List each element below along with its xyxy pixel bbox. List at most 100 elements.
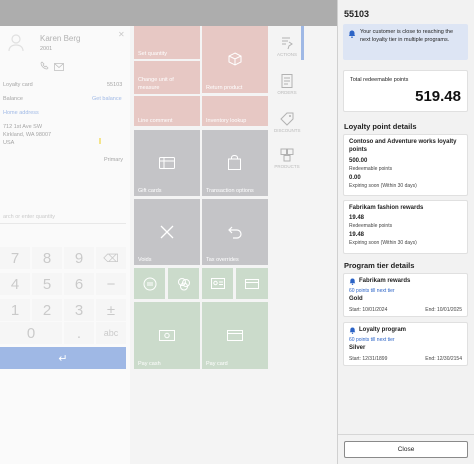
inventory-lookup-label: Inventory lookup — [206, 118, 247, 124]
pay-exact-tile[interactable] — [134, 268, 165, 299]
tier-card: Fabrikam rewards 60 points till next tie… — [343, 273, 468, 317]
key-5[interactable]: 5 — [32, 273, 62, 295]
shopping-bag-icon — [228, 155, 241, 170]
key-7[interactable]: 7 — [0, 247, 30, 269]
actions-nav-label: ACTIONS — [276, 52, 297, 57]
program-card: Fabrikam fashion rewards 19.48 Redeemabl… — [343, 200, 468, 254]
tag-icon — [280, 112, 294, 126]
key-1[interactable]: 1 — [0, 299, 30, 321]
loyalty-card-label: Loyalty card — [3, 82, 33, 88]
credit-card-icon — [227, 330, 243, 341]
return-product-tile[interactable]: Return product — [202, 26, 268, 93]
set-quantity-tile[interactable]: Set quantity — [134, 26, 200, 59]
customer-account: 2001 — [40, 46, 53, 52]
key-4[interactable]: 4 — [0, 273, 30, 295]
pay-cash-label: Pay cash — [138, 361, 161, 367]
key-backspace[interactable]: ⌫ — [96, 247, 126, 269]
key-plus-minus[interactable]: ± — [96, 299, 126, 321]
tier-notice: Your customer is close to reaching the n… — [343, 24, 468, 60]
tax-overrides-tile[interactable]: Tax overrides — [202, 199, 268, 265]
close-button[interactable]: Close — [344, 441, 468, 458]
change-unit-of-measure-tile[interactable]: Change unit of measure — [134, 61, 200, 94]
key-0[interactable]: 0 — [0, 322, 62, 344]
coin-icon — [143, 277, 156, 290]
inventory-lookup-tile[interactable]: Inventory lookup — [202, 96, 268, 126]
expiring-label: Expiring soon (Within 30 days) — [349, 183, 417, 189]
customer-name: Karen Berg — [40, 34, 81, 43]
redeemable-label: Redeemable points — [349, 223, 393, 229]
total-points-label: Total redeemable points — [350, 77, 409, 83]
pay-card-tile[interactable]: Pay card — [202, 302, 268, 369]
avatar — [6, 32, 26, 52]
transaction-options-tile[interactable]: Transaction options — [202, 130, 268, 196]
undo-icon — [228, 226, 242, 239]
address-line3: USA — [3, 140, 15, 146]
close-customer-icon[interactable]: ✕ — [118, 30, 125, 39]
panel-title: 55103 — [344, 9, 370, 19]
coins-icon — [177, 277, 190, 290]
lightning-icon — [282, 37, 293, 50]
products-nav[interactable]: PRODUCTS — [274, 148, 300, 169]
key-abc[interactable]: abc — [96, 322, 126, 344]
line-comment-label: Line comment — [138, 118, 173, 124]
scrollbar[interactable] — [301, 26, 304, 60]
id-card-icon — [210, 278, 225, 289]
gift-card-icon — [159, 157, 175, 169]
tier-end: End: 12/30/2154 — [425, 356, 462, 362]
tier-name: Gold — [349, 296, 363, 302]
phone-icon[interactable] — [40, 57, 49, 70]
loyalty-card-value: 55103 — [107, 82, 123, 88]
total-points-card: Total redeemable points 519.48 — [343, 70, 468, 112]
pay-card-label: Pay card — [206, 361, 228, 367]
search-input[interactable]: arch or enter quantity — [3, 214, 55, 220]
address-line1: 712 1st Ave SW — [3, 124, 43, 130]
line-comment-tile[interactable]: Line comment — [134, 96, 200, 126]
program-card: Contoso and Adventure works loyalty poin… — [343, 134, 468, 196]
gift-cards-tile[interactable]: Gift cards — [134, 130, 200, 196]
tier-start: Start: 10/01/2024 — [349, 307, 388, 313]
voids-label: Voids — [138, 257, 152, 263]
pay-card-small-tile[interactable] — [236, 268, 268, 299]
orders-nav[interactable]: ORDERS — [274, 74, 300, 95]
tier-program-name: Loyalty program — [359, 327, 407, 333]
card-icon — [245, 278, 259, 289]
bell-icon — [349, 278, 356, 285]
key-8[interactable]: 8 — [32, 247, 62, 269]
panel-footer-divider — [338, 434, 474, 435]
tier-next-text: 60 points till next tier — [349, 337, 395, 343]
tier-card: Loyalty program 60 points till next tier… — [343, 322, 468, 366]
key-3[interactable]: 3 — [64, 299, 94, 321]
close-x-icon — [160, 225, 174, 239]
program-name: Fabrikam fashion rewards — [349, 205, 424, 211]
discounts-nav[interactable]: DISCOUNTS — [274, 112, 301, 133]
expiring-value: 0.00 — [349, 175, 361, 181]
tier-next-text: 60 points till next tier — [349, 288, 395, 294]
products-nav-label: PRODUCTS — [274, 164, 300, 169]
redeemable-value: 500.00 — [349, 158, 368, 164]
pay-coins-tile[interactable] — [168, 268, 199, 299]
tier-start: Start: 12/31/1899 — [349, 356, 388, 362]
get-balance-link[interactable]: Get balance — [92, 96, 122, 102]
voids-tile[interactable]: Voids — [134, 199, 200, 265]
discounts-nav-label: DISCOUNTS — [274, 128, 301, 133]
tier-name: Silver — [349, 345, 366, 351]
expiring-label: Expiring soon (Within 30 days) — [349, 240, 417, 246]
document-icon — [281, 74, 293, 88]
pay-cash-tile[interactable]: Pay cash — [134, 302, 200, 369]
redeemable-label: Redeemable points — [349, 166, 393, 172]
actions-nav[interactable]: ACTIONS — [274, 36, 300, 57]
customer-pane — [0, 26, 130, 464]
key-minus[interactable]: − — [96, 273, 126, 295]
home-address-label: Home address — [3, 110, 39, 116]
key-9[interactable]: 9 — [64, 247, 94, 269]
mail-icon[interactable] — [54, 58, 64, 71]
key-6[interactable]: 6 — [64, 273, 94, 295]
key-decimal[interactable]: . — [64, 322, 94, 344]
enter-button[interactable]: ↵ — [0, 347, 126, 369]
tier-end: End: 10/01/2025 — [425, 307, 462, 313]
box-icon — [228, 52, 242, 66]
program-name: Contoso and Adventure works loyalty poin… — [349, 139, 457, 153]
pay-customer-account-tile[interactable] — [202, 268, 233, 299]
primary-label: Primary — [104, 157, 123, 163]
key-2[interactable]: 2 — [32, 299, 62, 321]
